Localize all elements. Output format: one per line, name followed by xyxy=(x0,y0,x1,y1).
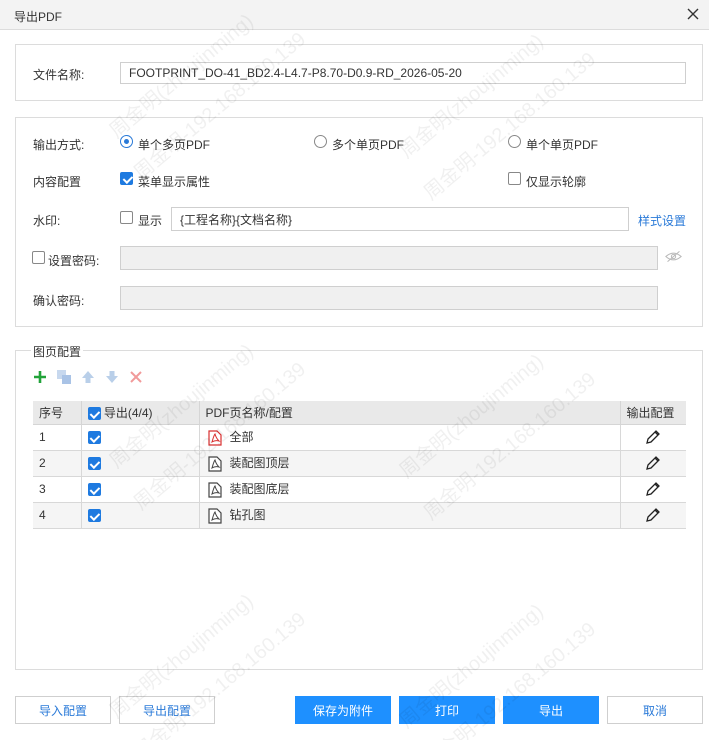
pdf-file-icon-red xyxy=(207,430,222,446)
table-header-row: 序号 导出(4/4) PDF页名称/配置 输出配置 xyxy=(33,401,686,425)
row-name: 装配图顶层 xyxy=(229,456,290,471)
menu-attr-label[interactable]: 菜单显示属性 xyxy=(138,173,210,190)
cancel-button[interactable]: 取消 xyxy=(607,696,703,724)
row-export-checkbox[interactable] xyxy=(87,457,101,471)
output-mode-label: 输出方式: xyxy=(33,138,85,152)
close-icon[interactable] xyxy=(683,4,703,24)
table-row[interactable]: 3 装配图底层 xyxy=(33,476,686,503)
row-index: 3 xyxy=(33,476,82,503)
outline-only-checkbox[interactable] xyxy=(508,172,521,185)
row-export-checkbox[interactable] xyxy=(87,509,101,523)
move-down-icon[interactable] xyxy=(104,369,120,385)
content-config-label: 内容配置 xyxy=(33,175,82,189)
row-export-checkbox[interactable] xyxy=(87,483,101,497)
col-export-header[interactable]: 导出(4/4) xyxy=(81,401,200,425)
import-config-button[interactable]: 导入配置 xyxy=(15,696,111,724)
watermark-label: 水印: xyxy=(33,214,61,228)
title-bar: 导出PDF xyxy=(0,0,709,30)
password-checkbox[interactable] xyxy=(32,251,45,264)
radio-single-singlepage[interactable] xyxy=(508,135,521,148)
radio-single-multipage-label[interactable]: 单个多页PDF xyxy=(138,136,210,153)
watermark-style-link[interactable]: 样式设置 xyxy=(638,212,686,229)
page-table: 序号 导出(4/4) PDF页名称/配置 输出配置 1 全部 2 装配图顶层 3… xyxy=(33,401,686,529)
page-config-title: 图页配置 xyxy=(31,343,84,360)
radio-multi-singlepage[interactable] xyxy=(314,135,327,148)
row-export-checkbox[interactable] xyxy=(87,431,101,445)
add-icon[interactable] xyxy=(32,369,48,385)
table-row[interactable]: 4 钻孔图 xyxy=(33,502,686,529)
col-index-header: 序号 xyxy=(33,401,82,425)
delete-icon[interactable] xyxy=(128,369,144,385)
confirm-password-label: 确认密码: xyxy=(33,294,85,308)
export-all-checkbox[interactable] xyxy=(87,407,101,421)
watermark-show-label[interactable]: 显示 xyxy=(138,212,162,229)
print-button[interactable]: 打印 xyxy=(399,696,495,724)
edit-pencil-icon[interactable] xyxy=(644,506,662,524)
pdf-file-icon xyxy=(207,508,222,524)
export-config-button[interactable]: 导出配置 xyxy=(119,696,215,724)
row-index: 4 xyxy=(33,502,82,529)
row-index: 2 xyxy=(33,450,82,477)
copy-icon[interactable] xyxy=(56,369,72,385)
table-row[interactable]: 2 装配图顶层 xyxy=(33,450,686,477)
outline-only-label[interactable]: 仅显示轮廓 xyxy=(526,173,586,190)
export-button[interactable]: 导出 xyxy=(503,696,599,724)
file-name-label: 文件名称: xyxy=(33,68,85,82)
eye-hidden-icon[interactable] xyxy=(665,250,682,263)
row-name: 钻孔图 xyxy=(229,508,266,523)
window-title: 导出PDF xyxy=(14,10,63,24)
pdf-file-icon xyxy=(207,482,222,498)
edit-pencil-icon[interactable] xyxy=(644,454,662,472)
radio-single-singlepage-label[interactable]: 单个单页PDF xyxy=(526,136,598,153)
watermark-show-checkbox[interactable] xyxy=(120,211,133,224)
col-config-header: 输出配置 xyxy=(620,401,686,425)
edit-pencil-icon[interactable] xyxy=(644,428,662,446)
edit-pencil-icon[interactable] xyxy=(644,480,662,498)
password-input[interactable] xyxy=(120,246,658,270)
pdf-file-icon xyxy=(207,456,222,472)
move-up-icon[interactable] xyxy=(80,369,96,385)
table-row[interactable]: 1 全部 xyxy=(33,424,686,451)
col-name-header: PDF页名称/配置 xyxy=(199,401,621,425)
watermark-input[interactable]: {工程名称}{文档名称} xyxy=(171,207,629,231)
password-label: 设置密码: xyxy=(48,254,100,268)
radio-multi-singlepage-label[interactable]: 多个单页PDF xyxy=(332,136,404,153)
row-index: 1 xyxy=(33,424,82,451)
menu-attr-checkbox[interactable] xyxy=(120,172,133,185)
confirm-password-input[interactable] xyxy=(120,286,658,310)
save-as-attachment-button[interactable]: 保存为附件 xyxy=(295,696,391,724)
col-export-label: 导出(4/4) xyxy=(103,405,153,420)
file-name-input[interactable]: FOOTPRINT_DO-41_BD2.4-L4.7-P8.70-D0.9-RD… xyxy=(120,62,686,84)
row-name: 装配图底层 xyxy=(229,482,290,497)
row-name: 全部 xyxy=(229,430,254,445)
radio-single-multipage[interactable] xyxy=(120,135,133,148)
